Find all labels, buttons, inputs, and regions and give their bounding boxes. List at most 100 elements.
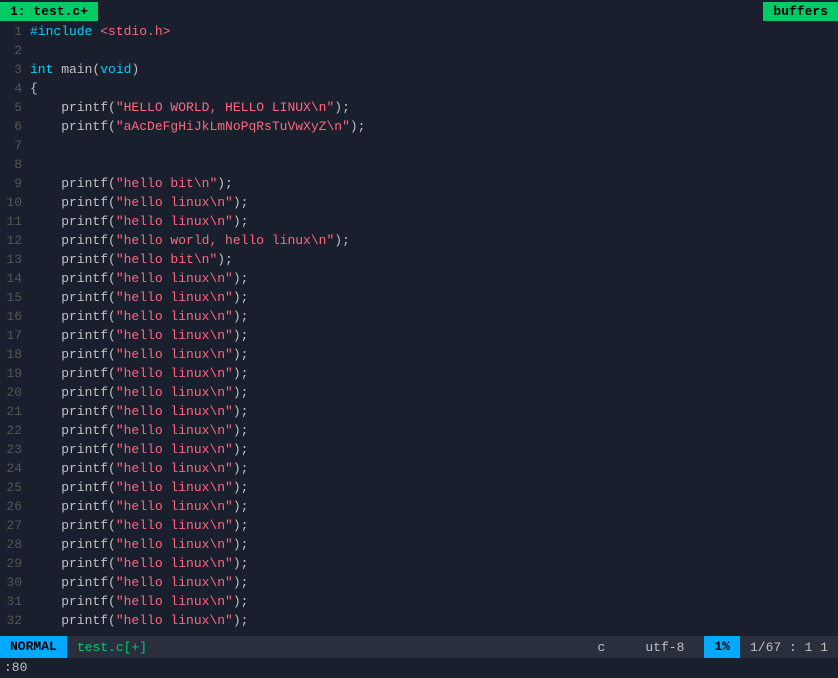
table-row: 32 printf("hello linux\n"); xyxy=(0,611,838,630)
table-row: 8 xyxy=(0,155,838,174)
line-content: printf("hello linux\n"); xyxy=(30,592,248,611)
line-content: printf("HELLO WORLD, HELLO LINUX\n"); xyxy=(30,98,350,117)
command-line: :80 xyxy=(0,658,838,678)
line-number: 9 xyxy=(0,174,30,193)
line-number: 27 xyxy=(0,516,30,535)
line-content: printf("hello linux\n"); xyxy=(30,516,248,535)
line-content: #include <stdio.h> xyxy=(30,22,170,41)
editor-area: 1#include <stdio.h>23int main(void)4{5 p… xyxy=(0,22,838,636)
line-number: 5 xyxy=(0,98,30,117)
table-row: 24 printf("hello linux\n"); xyxy=(0,459,838,478)
line-content: printf("hello linux\n"); xyxy=(30,193,248,212)
table-row: 23 printf("hello linux\n"); xyxy=(0,440,838,459)
line-content: printf("hello linux\n"); xyxy=(30,402,248,421)
line-content: printf("hello bit\n"); xyxy=(30,250,233,269)
line-content: printf("aAcDeFgHiJkLmNoPqRsTuVwXyZ\n"); xyxy=(30,117,365,136)
tab-bar: 1: test.c+ buffers xyxy=(0,0,838,22)
encoding: utf-8 xyxy=(625,640,704,655)
line-number: 4 xyxy=(0,79,30,98)
line-number: 28 xyxy=(0,535,30,554)
table-row: 14 printf("hello linux\n"); xyxy=(0,269,838,288)
line-content: printf("hello linux\n"); xyxy=(30,421,248,440)
table-row: 6 printf("aAcDeFgHiJkLmNoPqRsTuVwXyZ\n")… xyxy=(0,117,838,136)
line-number: 21 xyxy=(0,402,30,421)
line-content: printf("hello linux\n"); xyxy=(30,345,248,364)
table-row: 20 printf("hello linux\n"); xyxy=(0,383,838,402)
line-content: printf("hello linux\n"); xyxy=(30,478,248,497)
line-content: printf("hello linux\n"); xyxy=(30,459,248,478)
line-content: printf("hello linux\n"); xyxy=(30,326,248,345)
line-content: printf("hello linux\n"); xyxy=(30,307,248,326)
line-content: printf("hello linux\n"); xyxy=(30,269,248,288)
table-row: 25 printf("hello linux\n"); xyxy=(0,478,838,497)
line-number: 15 xyxy=(0,288,30,307)
active-tab[interactable]: 1: test.c+ xyxy=(0,2,98,21)
line-content: { xyxy=(30,79,38,98)
line-number: 23 xyxy=(0,440,30,459)
line-content: int main(void) xyxy=(30,60,139,79)
line-number: 2 xyxy=(0,41,30,60)
table-row: 1#include <stdio.h> xyxy=(0,22,838,41)
table-row: 7 xyxy=(0,136,838,155)
line-content: printf("hello linux\n"); xyxy=(30,212,248,231)
line-content: printf("hello linux\n"); xyxy=(30,383,248,402)
filename-status: test.c[+] xyxy=(67,640,157,655)
table-row: 4{ xyxy=(0,79,838,98)
status-bar: NORMAL test.c[+] c utf-8 1% 1/67 : 1 1 xyxy=(0,636,838,658)
line-content: printf("hello linux\n"); xyxy=(30,364,248,383)
line-number: 3 xyxy=(0,60,30,79)
line-number: 17 xyxy=(0,326,30,345)
table-row: 19 printf("hello linux\n"); xyxy=(0,364,838,383)
line-number: 11 xyxy=(0,212,30,231)
table-row: 22 printf("hello linux\n"); xyxy=(0,421,838,440)
table-row: 13 printf("hello bit\n"); xyxy=(0,250,838,269)
line-number: 30 xyxy=(0,573,30,592)
line-number: 24 xyxy=(0,459,30,478)
line-number: 19 xyxy=(0,364,30,383)
line-number: 20 xyxy=(0,383,30,402)
line-number: 14 xyxy=(0,269,30,288)
table-row: 2 xyxy=(0,41,838,60)
table-row: 28 printf("hello linux\n"); xyxy=(0,535,838,554)
line-content: printf("hello linux\n"); xyxy=(30,497,248,516)
table-row: 27 printf("hello linux\n"); xyxy=(0,516,838,535)
line-number: 32 xyxy=(0,611,30,630)
line-content: printf("hello world, hello linux\n"); xyxy=(30,231,350,250)
line-number: 25 xyxy=(0,478,30,497)
line-content: printf("hello linux\n"); xyxy=(30,288,248,307)
table-row: 31 printf("hello linux\n"); xyxy=(0,592,838,611)
table-row: 21 printf("hello linux\n"); xyxy=(0,402,838,421)
line-content: printf("hello linux\n"); xyxy=(30,573,248,592)
line-content: printf("hello linux\n"); xyxy=(30,611,248,630)
table-row: 15 printf("hello linux\n"); xyxy=(0,288,838,307)
line-number: 1 xyxy=(0,22,30,41)
table-row: 5 printf("HELLO WORLD, HELLO LINUX\n"); xyxy=(0,98,838,117)
line-number: 7 xyxy=(0,136,30,155)
line-number: 10 xyxy=(0,193,30,212)
line-number: 26 xyxy=(0,497,30,516)
table-row: 18 printf("hello linux\n"); xyxy=(0,345,838,364)
percent-badge: 1% xyxy=(704,636,740,658)
line-content: printf("hello bit\n"); xyxy=(30,174,233,193)
table-row: 9 printf("hello bit\n"); xyxy=(0,174,838,193)
line-number: 22 xyxy=(0,421,30,440)
line-content: printf("hello linux\n"); xyxy=(30,535,248,554)
mode-badge: NORMAL xyxy=(0,636,67,658)
table-row: 26 printf("hello linux\n"); xyxy=(0,497,838,516)
line-number: 8 xyxy=(0,155,30,174)
table-row: 17 printf("hello linux\n"); xyxy=(0,326,838,345)
filetype: c xyxy=(578,640,626,655)
table-row: 30 printf("hello linux\n"); xyxy=(0,573,838,592)
table-row: 10 printf("hello linux\n"); xyxy=(0,193,838,212)
line-content: printf("hello linux\n"); xyxy=(30,440,248,459)
line-content: printf("hello linux\n"); xyxy=(30,554,248,573)
table-row: 12 printf("hello world, hello linux\n"); xyxy=(0,231,838,250)
table-row: 16 printf("hello linux\n"); xyxy=(0,307,838,326)
table-row: 11 printf("hello linux\n"); xyxy=(0,212,838,231)
buffers-button[interactable]: buffers xyxy=(763,2,838,21)
table-row: 3int main(void) xyxy=(0,60,838,79)
line-number: 31 xyxy=(0,592,30,611)
line-number: 16 xyxy=(0,307,30,326)
position: 1/67 : 1 1 xyxy=(740,640,838,655)
line-number: 18 xyxy=(0,345,30,364)
